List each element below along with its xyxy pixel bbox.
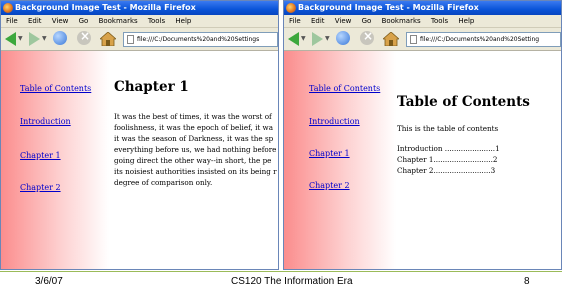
sidebar-link-introduction[interactable]: Introduction bbox=[309, 117, 360, 126]
sidebar-link-table-of-contents[interactable]: Table of Contents bbox=[309, 84, 380, 93]
window-title: Background Image Test - Mozilla Firefox bbox=[298, 3, 479, 12]
menu-view[interactable]: View bbox=[52, 17, 69, 25]
paragraph-line: It was the best of times, it was the wor… bbox=[114, 112, 272, 121]
window-title: Background Image Test - Mozilla Firefox bbox=[15, 3, 196, 12]
footer-date: 3/6/07 bbox=[35, 276, 63, 287]
menu-bar: File Edit View Go Bookmarks Tools Help bbox=[1, 15, 278, 28]
menu-bookmarks[interactable]: Bookmarks bbox=[382, 17, 421, 25]
menu-help[interactable]: Help bbox=[458, 17, 474, 25]
footer-page-number: 8 bbox=[524, 276, 530, 287]
paragraph-line: everything before us, we had nothing bef… bbox=[114, 145, 277, 154]
sidebar-link-table-of-contents[interactable]: Table of Contents bbox=[20, 84, 91, 93]
navigation-toolbar: ▼ ▼ file:///C:/Documents%20and%20Setting bbox=[284, 28, 561, 51]
home-icon[interactable] bbox=[98, 31, 118, 47]
browser-window-left: Background Image Test - Mozilla Firefox … bbox=[0, 0, 279, 270]
menu-go[interactable]: Go bbox=[362, 17, 372, 25]
page-icon bbox=[410, 35, 417, 44]
paragraph-line: going direct the other way--in short, th… bbox=[114, 156, 272, 165]
back-arrow-icon[interactable] bbox=[5, 32, 16, 46]
navigation-toolbar: ▼ ▼ file:///C:/Documents%20and%20Setting… bbox=[1, 28, 278, 51]
main-content: Chapter 1 It was the best of times, it w… bbox=[114, 51, 278, 269]
list-item: Chapter 2.........................3 bbox=[397, 166, 496, 175]
menu-tools[interactable]: Tools bbox=[431, 17, 448, 25]
page-content: Table of Contents Introduction Chapter 1… bbox=[284, 51, 561, 269]
toc-list: Introduction ......................1 Cha… bbox=[397, 143, 500, 176]
chapter-paragraph: It was the best of times, it was the wor… bbox=[114, 111, 278, 188]
menu-file[interactable]: File bbox=[6, 17, 18, 25]
menu-help[interactable]: Help bbox=[175, 17, 191, 25]
page-heading: Chapter 1 bbox=[114, 79, 189, 95]
main-content: Table of Contents This is the table of c… bbox=[397, 51, 561, 269]
list-item: Chapter 1..........................2 bbox=[397, 155, 498, 164]
list-item: Introduction ......................1 bbox=[397, 144, 500, 153]
page-icon bbox=[127, 35, 134, 44]
back-history-dropdown-icon[interactable]: ▼ bbox=[18, 35, 23, 42]
title-bar: Background Image Test - Mozilla Firefox bbox=[1, 1, 278, 15]
sidebar: Table of Contents Introduction Chapter 1… bbox=[1, 51, 109, 269]
forward-arrow-icon[interactable] bbox=[29, 32, 40, 46]
menu-go[interactable]: Go bbox=[79, 17, 89, 25]
paragraph-line: it was the season of Darkness, it was th… bbox=[114, 134, 274, 143]
firefox-icon bbox=[3, 3, 13, 13]
address-url: file:///C:/Documents%20and%20Setting bbox=[420, 36, 540, 43]
sidebar-link-chapter-2[interactable]: Chapter 2 bbox=[309, 181, 350, 190]
address-bar[interactable]: file:///C:/Documents%20and%20Setting bbox=[406, 32, 561, 47]
back-arrow-icon[interactable] bbox=[288, 32, 299, 46]
reload-icon[interactable] bbox=[336, 31, 350, 45]
reload-icon[interactable] bbox=[53, 31, 67, 45]
page-heading: Table of Contents bbox=[397, 94, 530, 110]
menu-view[interactable]: View bbox=[335, 17, 352, 25]
footer-divider bbox=[0, 271, 562, 272]
stop-icon[interactable] bbox=[360, 29, 374, 45]
menu-tools[interactable]: Tools bbox=[148, 17, 165, 25]
browser-window-right: Background Image Test - Mozilla Firefox … bbox=[283, 0, 562, 270]
page-content: Table of Contents Introduction Chapter 1… bbox=[1, 51, 278, 269]
menu-bar: File Edit View Go Bookmarks Tools Help bbox=[284, 15, 561, 28]
paragraph-line: its noisiest authorities insisted on its… bbox=[114, 167, 277, 176]
forward-arrow-icon[interactable] bbox=[312, 32, 323, 46]
firefox-icon bbox=[286, 3, 296, 13]
title-bar: Background Image Test - Mozilla Firefox bbox=[284, 1, 561, 15]
sidebar-link-chapter-2[interactable]: Chapter 2 bbox=[20, 183, 61, 192]
stop-icon[interactable] bbox=[77, 29, 91, 45]
sidebar: Table of Contents Introduction Chapter 1… bbox=[284, 51, 396, 269]
sidebar-link-introduction[interactable]: Introduction bbox=[20, 117, 71, 126]
address-bar[interactable]: file:///C:/Documents%20and%20Settings bbox=[123, 32, 278, 47]
forward-history-dropdown-icon[interactable]: ▼ bbox=[325, 35, 330, 42]
menu-file[interactable]: File bbox=[289, 17, 301, 25]
back-history-dropdown-icon[interactable]: ▼ bbox=[301, 35, 306, 42]
address-url: file:///C:/Documents%20and%20Settings bbox=[137, 36, 260, 43]
sidebar-link-chapter-1[interactable]: Chapter 1 bbox=[309, 149, 350, 158]
menu-edit[interactable]: Edit bbox=[311, 17, 325, 25]
home-icon[interactable] bbox=[381, 31, 401, 47]
menu-edit[interactable]: Edit bbox=[28, 17, 42, 25]
footer-course-title: CS120 The Information Era bbox=[231, 276, 353, 287]
sidebar-link-chapter-1[interactable]: Chapter 1 bbox=[20, 151, 61, 160]
forward-history-dropdown-icon[interactable]: ▼ bbox=[42, 35, 47, 42]
paragraph-line: foolishness, it was the epoch of belief,… bbox=[114, 123, 273, 132]
menu-bookmarks[interactable]: Bookmarks bbox=[99, 17, 138, 25]
paragraph-line: degree of comparison only. bbox=[114, 178, 213, 187]
toc-intro-text: This is the table of contents bbox=[397, 124, 499, 133]
